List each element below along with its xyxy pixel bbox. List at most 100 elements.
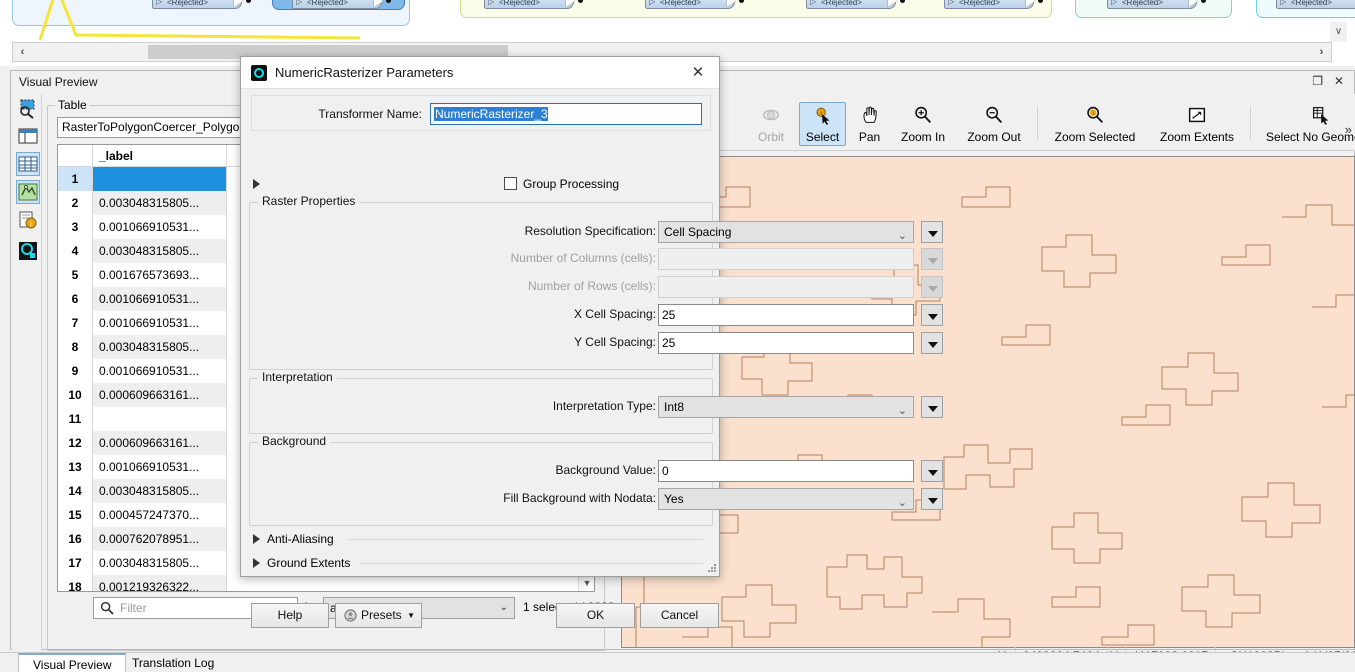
presets-caret-icon[interactable]: ▼ xyxy=(407,604,415,627)
scroll-left-arrow[interactable]: ‹ xyxy=(14,43,31,61)
chevron-down-icon[interactable]: ⌄ xyxy=(898,401,907,417)
cell-label[interactable]: 0.001066910531... xyxy=(93,287,227,311)
cell-label[interactable]: 0.000762078951... xyxy=(93,527,227,551)
feature-info-icon[interactable]: i xyxy=(16,208,40,232)
cell-label[interactable]: 0.001219326322... xyxy=(93,575,227,591)
rejected-port[interactable]: <Rejected> xyxy=(1107,0,1197,9)
expand-triangle-icon[interactable] xyxy=(253,558,260,568)
table-view-icon[interactable] xyxy=(16,152,40,176)
restore-icon[interactable]: ❐ xyxy=(1309,74,1327,88)
number-of-columns-input xyxy=(658,248,914,270)
row-number: 14 xyxy=(58,479,93,503)
help-button[interactable]: Help xyxy=(251,603,329,628)
fill-background-with-nodata-select[interactable]: Yes ⌄ xyxy=(658,488,914,510)
cell-label[interactable]: 0.000609663161... xyxy=(93,383,227,407)
cell-label[interactable]: 0.001066910531... xyxy=(93,455,227,479)
rejected-port[interactable]: <Rejected> xyxy=(806,0,896,9)
expand-triangle-icon[interactable] xyxy=(253,534,260,544)
cell-label[interactable]: 0.001066910531... xyxy=(93,311,227,335)
field-label-background-value: Background Value: xyxy=(555,463,656,477)
expand-triangle-icon[interactable] xyxy=(253,179,260,189)
interpretation-type-value: Int8 xyxy=(664,400,685,414)
tool-select[interactable]: i Select xyxy=(799,102,846,146)
close-icon[interactable]: ✕ xyxy=(1330,74,1348,88)
background-value-dropdown-button[interactable] xyxy=(921,460,943,482)
orbit-icon xyxy=(762,109,780,121)
tool-zoom-selected[interactable]: i Zoom Selected xyxy=(1043,102,1147,146)
interpretation-type-dropdown-button[interactable] xyxy=(921,396,943,418)
tool-zoom-out[interactable]: Zoom Out xyxy=(959,102,1029,146)
preview-tool-rail: i xyxy=(12,94,42,650)
cell-label[interactable]: 0.000457247370... xyxy=(93,503,227,527)
table-header-label[interactable]: _label xyxy=(93,145,227,167)
number-of-rows-input xyxy=(658,276,914,298)
group-processing-checkbox[interactable] xyxy=(504,177,517,190)
background-value-input[interactable]: 0 xyxy=(658,460,914,482)
inspect-feature-icon[interactable] xyxy=(16,96,40,120)
fme-logo-icon[interactable] xyxy=(16,239,40,263)
cell-label[interactable]: 0.003048315805... xyxy=(93,191,227,215)
dialog-titlebar[interactable]: NumericRasterizer Parameters ✕ xyxy=(241,57,719,89)
cell-label[interactable]: 0.000609663161... xyxy=(93,431,227,455)
tool-pan[interactable]: Pan xyxy=(851,102,888,146)
x-cell-spacing-input[interactable]: 25 xyxy=(658,304,914,326)
canvas-scroll-down-button[interactable]: ∨ xyxy=(1330,22,1347,42)
row-number: 16 xyxy=(58,527,93,551)
y-cell-spacing-dropdown-button[interactable] xyxy=(921,332,943,354)
dialog-resize-grip[interactable] xyxy=(707,564,717,574)
tool-label: Orbit xyxy=(757,130,784,144)
fill-background-dropdown-button[interactable] xyxy=(921,488,943,510)
table-header-rownum[interactable] xyxy=(58,145,93,167)
rejected-port[interactable]: <Rejected> xyxy=(944,0,1034,9)
row-number: 17 xyxy=(58,551,93,575)
layout-panel-icon[interactable] xyxy=(16,124,40,148)
tool-orbit[interactable]: Orbit xyxy=(749,102,793,146)
select-no-geometry-icon xyxy=(1312,107,1329,125)
cell-label[interactable]: 0.003048315805... xyxy=(93,551,227,575)
rejected-port[interactable]: <Rejected> xyxy=(645,0,735,9)
row-number: 2 xyxy=(58,191,93,215)
tool-select-no-geometry[interactable]: Select No Geometry xyxy=(1255,102,1355,146)
graphics-view-icon[interactable] xyxy=(16,180,40,204)
resolution-specification-select[interactable]: Cell Spacing ⌄ xyxy=(658,221,914,243)
cell-label[interactable]: 0.001066910531... xyxy=(93,359,227,383)
group-title: Interpretation xyxy=(258,370,337,384)
chevron-down-icon[interactable]: ⌄ xyxy=(898,226,907,242)
chevron-down-icon[interactable]: ⌄ xyxy=(898,493,907,509)
interpretation-type-select[interactable]: Int8 ⌄ xyxy=(658,396,914,418)
cell-label[interactable] xyxy=(93,407,227,431)
map-view: Orbit i Select Pan Zoom In Zoom Out i Zo… xyxy=(611,94,1355,666)
tool-zoom-in[interactable]: Zoom In xyxy=(893,102,953,146)
scroll-right-arrow[interactable]: › xyxy=(1313,43,1330,61)
toolbar-overflow-button[interactable]: » xyxy=(1345,122,1352,137)
cell-label[interactable]: 0.003048315805... xyxy=(93,239,227,263)
cancel-button[interactable]: Cancel xyxy=(640,603,719,628)
numeric-rasterizer-dialog: NumericRasterizer Parameters ✕ Transform… xyxy=(240,56,943,628)
cell-label[interactable]: 0.003048315805... xyxy=(93,479,227,503)
y-cell-spacing-input[interactable]: 25 xyxy=(658,332,914,354)
cell-label[interactable]: 0.001066910531... xyxy=(93,215,227,239)
group-processing-label: Group Processing xyxy=(523,177,620,191)
cell-label[interactable]: 0.003048315805... xyxy=(93,335,227,359)
search-icon xyxy=(100,601,114,615)
tab-visual-preview[interactable]: Visual Preview xyxy=(18,653,127,672)
cell-label[interactable]: 0.001676573693... xyxy=(93,263,227,287)
rejected-port[interactable]: <Rejected> xyxy=(484,0,574,9)
transformer-name-input[interactable]: NumericRasterizer_3 xyxy=(430,103,702,125)
presets-button[interactable]: Presets ▼ xyxy=(335,603,422,628)
resolution-spec-dropdown-button[interactable] xyxy=(921,221,943,243)
ok-button[interactable]: OK xyxy=(556,603,635,628)
cell-label[interactable] xyxy=(93,167,227,191)
row-number: 6 xyxy=(58,287,93,311)
field-label-x-cell-spacing: X Cell Spacing: xyxy=(573,307,656,321)
field-label-y-cell-spacing: Y Cell Spacing: xyxy=(574,335,656,349)
row-number: 9 xyxy=(58,359,93,383)
tab-translation-log[interactable]: Translation Log xyxy=(118,653,228,672)
x-cell-spacing-dropdown-button[interactable] xyxy=(921,304,943,326)
row-number: 13 xyxy=(58,455,93,479)
row-number: 5 xyxy=(58,263,93,287)
tool-zoom-extents[interactable]: Zoom Extents xyxy=(1151,102,1243,146)
close-icon[interactable]: ✕ xyxy=(683,63,713,83)
chevron-down-icon[interactable]: ⌄ xyxy=(500,602,508,613)
rejected-port[interactable]: <Rejected> xyxy=(1276,0,1355,9)
